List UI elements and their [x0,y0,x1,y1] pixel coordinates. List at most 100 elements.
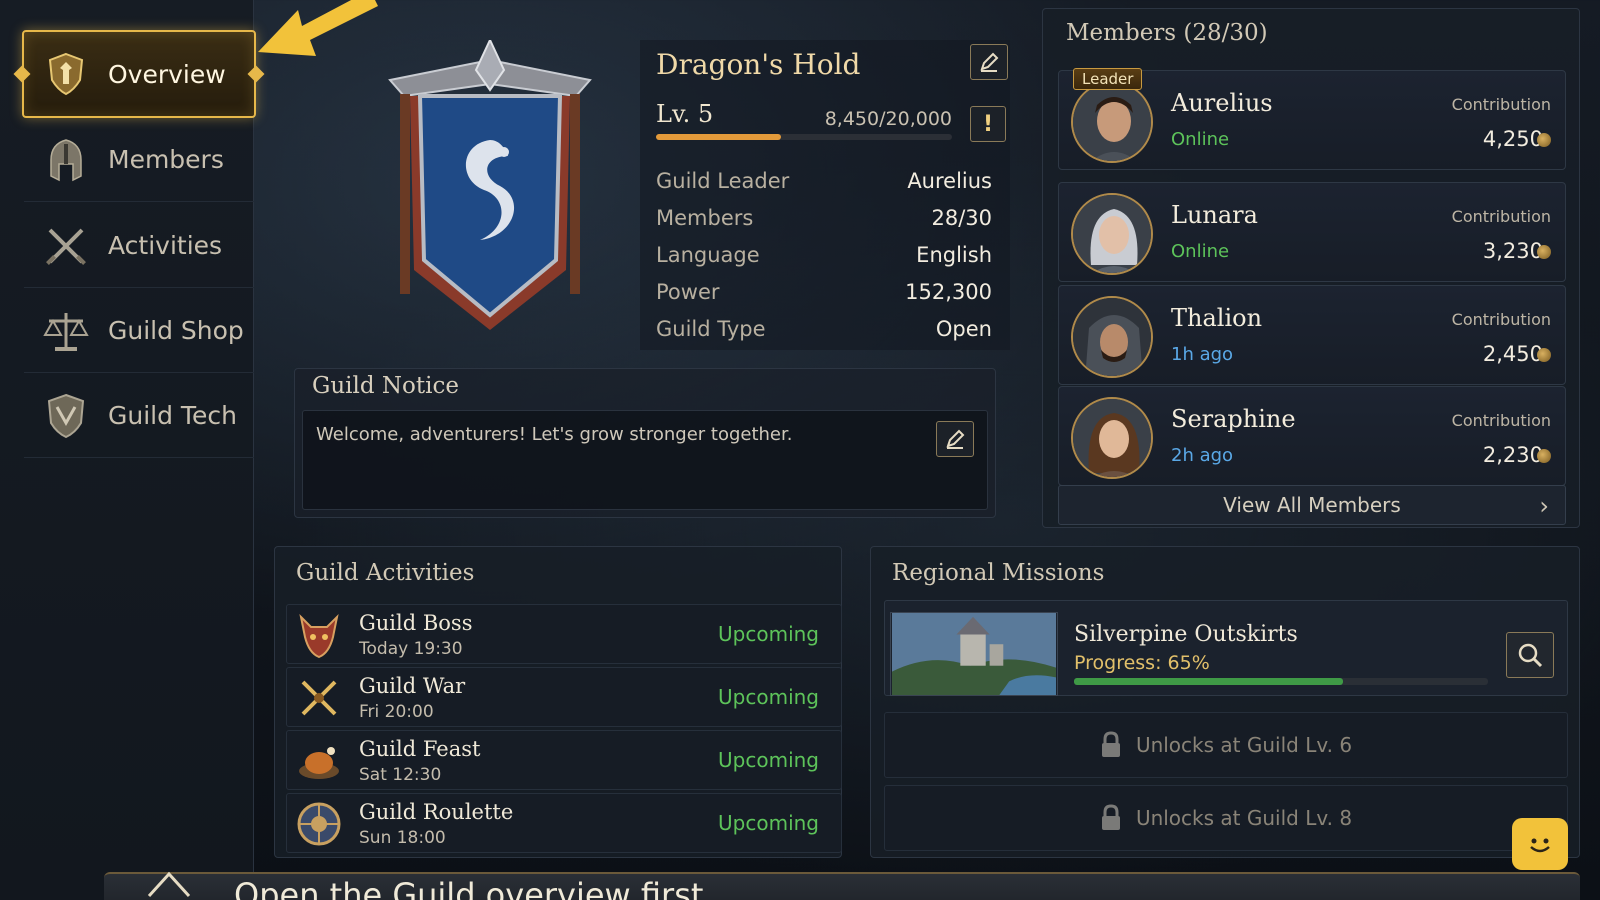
locked-mission-label: Unlocks at Guild Lv. 6 [1135,733,1353,757]
info-value: English [916,242,992,267]
helmet-icon [42,136,90,184]
guild-info-row-type: Guild Type Open [656,310,992,347]
coin-icon [1537,348,1551,362]
crossed-swords-icon [301,680,337,716]
activity-name: Guild Boss [359,611,473,635]
info-key: Guild Type [656,316,766,341]
guild-info-row-members: Members 28/30 [656,199,992,236]
info-value: Aurelius [907,168,992,193]
guild-xp-text: 8,450/20,000 [824,108,952,130]
guild-info-row-leader: Guild Leader Aurelius [656,162,992,199]
guild-xp-bar-fill [656,134,782,140]
nav-item-members[interactable]: Members [24,118,254,202]
nav-active-marker-left [13,65,31,83]
nav-item-overview[interactable]: Overview [13,30,265,118]
crest-icon [42,392,90,440]
scales-icon [42,307,90,355]
search-icon [1518,643,1543,668]
mission-progress-bar [1074,678,1488,685]
member-status: Online [1171,129,1230,150]
guild-alert-button[interactable]: ! [970,106,1006,142]
locked-mission-row: Unlocks at Guild Lv. 8 [884,785,1568,851]
activity-row-guild-boss[interactable]: Guild Boss Today 19:30 Upcoming [286,604,842,664]
avatar [1071,81,1153,163]
nav-label: Overview [108,59,226,89]
view-all-members-button[interactable]: View All Members › [1058,485,1566,525]
avatar [1071,296,1153,378]
leader-badge: Leader [1073,68,1143,90]
roulette-icon [297,802,341,846]
info-value: Open [935,316,992,341]
crossed-swords-icon [42,222,90,270]
member-status: Online [1171,241,1230,262]
activity-status: Upcoming [718,685,819,709]
chevron-right-icon: › [1539,492,1549,520]
coin-icon [1537,245,1551,259]
info-key: Members [656,205,754,230]
contribution-label: Contribution [1451,95,1551,114]
activity-row-guild-feast[interactable]: Guild Feast Sat 12:30 Upcoming [286,730,842,790]
view-all-members-label: View All Members [1223,493,1401,517]
contribution-value: 2,450 [1482,342,1543,366]
regional-missions-title: Regional Missions [892,560,1105,586]
member-card-lunara[interactable]: Lunara Online Contribution 3,230 [1058,182,1566,282]
tutorial-hint-text: Open the Guild overview first [234,876,704,900]
nav-label: Guild Tech [108,401,237,430]
activity-row-guild-roulette[interactable]: Guild Roulette Sun 18:00 Upcoming [286,793,842,853]
guild-xp-bar [656,134,952,140]
contribution-value: 3,230 [1482,239,1543,263]
nav-label: Members [108,145,224,174]
mission-name: Silverpine Outskirts [1074,622,1298,647]
demon-mask-icon [299,613,339,659]
member-card-thalion[interactable]: Thalion 1h ago Contribution 2,450 [1058,285,1566,385]
nav-item-guild-shop[interactable]: Guild Shop [24,289,254,373]
mission-progress-bar-fill [1074,678,1344,685]
nav-label: Activities [108,231,223,260]
member-card-seraphine[interactable]: Seraphine 2h ago Contribution 2,230 [1058,386,1566,486]
info-key: Guild Leader [656,168,790,193]
activity-status: Upcoming [718,622,819,646]
avatar [1071,193,1153,275]
sidebar-nav: Overview Members Activities Guild Shop G… [0,0,265,900]
roast-icon [299,747,339,779]
pencil-icon [980,52,999,72]
contribution-value: 2,230 [1482,443,1543,467]
edit-guild-name-button[interactable] [970,44,1008,80]
activity-row-guild-war[interactable]: Guild War Fri 20:00 Upcoming [286,667,842,727]
activity-name: Guild Feast [359,737,481,761]
guild-info-row-language: Language English [656,236,992,273]
contribution-label: Contribution [1451,310,1551,329]
edit-notice-button[interactable] [936,421,974,457]
smile-chat-icon [1530,838,1550,853]
locked-mission-label: Unlocks at Guild Lv. 8 [1135,806,1353,830]
member-status: 1h ago [1171,344,1234,365]
nav-item-guild-tech[interactable]: Guild Tech [24,374,254,458]
nav-label: Guild Shop [108,316,244,345]
chat-helper-button[interactable] [1512,818,1568,870]
contribution-label: Contribution [1451,411,1551,430]
mission-landscape-image [890,612,1058,696]
locked-mission-row: Unlocks at Guild Lv. 6 [884,712,1568,778]
tutorial-arrow-icon [258,0,378,56]
shield-icon [42,50,90,98]
member-card-aurelius[interactable]: Leader Aurelius Online Contribution 4,25… [1058,68,1566,170]
guild-notice-text: Welcome, adventurers! Let's grow stronge… [316,424,793,445]
mission-progress-text: Progress: 65% [1074,652,1210,674]
activity-status: Upcoming [718,748,819,772]
nav-item-activities[interactable]: Activities [24,204,254,288]
contribution-value: 4,250 [1482,127,1543,151]
activity-name: Guild Roulette [359,800,514,824]
member-name: Lunara [1171,201,1258,229]
guild-activities-title: Guild Activities [296,560,475,586]
info-value: 28/30 [931,205,992,230]
guild-notice-title: Guild Notice [312,373,459,399]
member-name: Seraphine [1171,405,1296,433]
member-name: Thalion [1171,304,1263,332]
guild-info-row-power: Power 152,300 [656,273,992,310]
mission-search-button[interactable] [1506,632,1554,678]
guild-banner-emblem [388,40,592,330]
info-key: Power [656,279,720,304]
contribution-label: Contribution [1451,207,1551,226]
member-name: Aurelius [1171,89,1273,117]
members-panel-title: Members (28/30) [1066,20,1268,46]
